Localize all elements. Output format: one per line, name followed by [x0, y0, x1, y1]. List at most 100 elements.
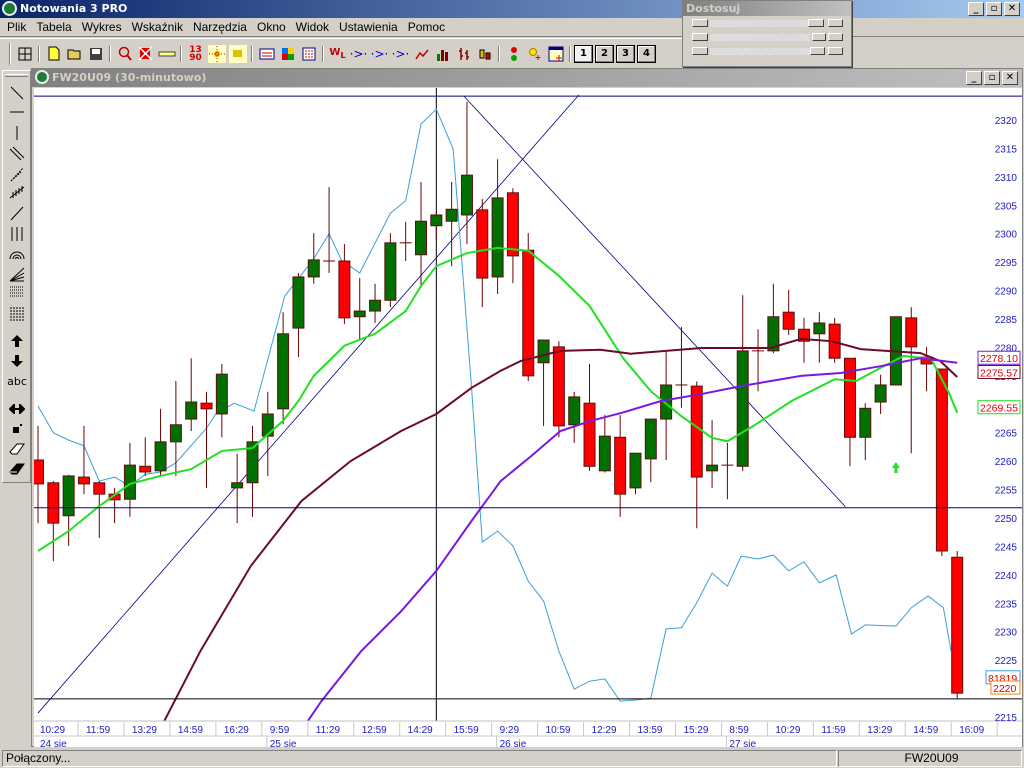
- zoom-icon[interactable]: [114, 44, 135, 64]
- vertical-lines-icon[interactable]: [7, 225, 27, 243]
- slider-right-button[interactable]: [828, 33, 843, 41]
- close-button[interactable]: ✕: [1004, 2, 1020, 16]
- eraser-all-icon[interactable]: [7, 460, 27, 478]
- adjust-slider-2[interactable]: [683, 31, 851, 44]
- slider-track[interactable]: [710, 34, 810, 41]
- slider-thumb[interactable]: [810, 47, 825, 55]
- dots-icon[interactable]: [227, 44, 248, 64]
- candle: [874, 374, 887, 414]
- vertical-line-icon[interactable]: [7, 124, 27, 142]
- ruler-icon[interactable]: [156, 44, 177, 64]
- line-chart-icon[interactable]: [411, 44, 432, 64]
- list-icon[interactable]: [298, 44, 319, 64]
- numbers-icon[interactable]: 13 90: [185, 44, 206, 64]
- layout-1-button[interactable]: 1: [574, 44, 593, 63]
- toolbar-separator: [180, 45, 182, 62]
- menu-plik[interactable]: Plik: [2, 20, 31, 34]
- wl-icon[interactable]: WL: [327, 44, 348, 64]
- adjust-panel: Dostosuj: [682, 0, 852, 67]
- menu-wykres[interactable]: Wykres: [77, 20, 127, 34]
- candle: [460, 101, 473, 244]
- slider-thumb[interactable]: [812, 33, 826, 41]
- slider-left-button[interactable]: [692, 47, 708, 55]
- layout-4-button[interactable]: 4: [637, 44, 656, 63]
- menu-pomoc[interactable]: Pomoc: [403, 20, 450, 34]
- adjust-slider-1[interactable]: [683, 17, 851, 30]
- arrow-indicator-red-icon[interactable]: ·>·: [348, 44, 369, 64]
- slider-left-button[interactable]: [692, 33, 708, 41]
- layout-3-button[interactable]: 3: [616, 44, 635, 63]
- parallel-lines-icon[interactable]: [7, 145, 27, 163]
- grid-icon[interactable]: [14, 44, 35, 64]
- menu-widok[interactable]: Widok: [291, 20, 334, 34]
- table-icon[interactable]: [256, 44, 277, 64]
- candle: [675, 326, 688, 408]
- ticks-line-icon[interactable]: [7, 183, 27, 201]
- candle: [415, 181, 427, 288]
- slider-track[interactable]: [710, 48, 810, 55]
- sell-arrow-icon[interactable]: [7, 352, 27, 370]
- double-arrow-icon[interactable]: [7, 400, 27, 418]
- slider-left-button[interactable]: [692, 19, 708, 27]
- move-icon[interactable]: [7, 420, 27, 438]
- slider-thumb[interactable]: [808, 19, 824, 27]
- slider-right-button[interactable]: [828, 47, 843, 55]
- signal-icon[interactable]: [503, 44, 524, 64]
- chart-restore-button[interactable]: ▫: [984, 71, 1000, 85]
- arrow-indicator-blue-icon[interactable]: ·>·: [369, 44, 390, 64]
- menu-narzedzia[interactable]: Narzędzia: [188, 20, 252, 34]
- horizontal-line-icon[interactable]: [7, 103, 27, 121]
- crosshair-icon[interactable]: [206, 44, 227, 64]
- adjust-slider-3[interactable]: [683, 45, 851, 58]
- candlestick-chart[interactable]: 2320231523102305230022952290228522802275…: [34, 88, 1022, 750]
- minimize-button[interactable]: _: [968, 2, 984, 16]
- color-table-icon[interactable]: [277, 44, 298, 64]
- fibonacci-retracement-icon[interactable]: [7, 283, 27, 301]
- fibonacci-arcs-icon[interactable]: [7, 246, 27, 264]
- open-folder-icon[interactable]: [64, 44, 85, 64]
- menu-wskaznik[interactable]: Wskaźnik: [127, 20, 188, 34]
- fan-lines-icon[interactable]: [7, 165, 27, 183]
- delete-chart-icon[interactable]: [135, 44, 156, 64]
- bar-chart-icon[interactable]: [432, 44, 453, 64]
- y-tick-label: 2295: [995, 258, 1018, 269]
- y-tick-label: 2320: [995, 116, 1018, 127]
- slider-track[interactable]: [710, 20, 810, 27]
- menu-okno[interactable]: Okno: [252, 20, 291, 34]
- buy-arrow-icon[interactable]: [7, 332, 27, 350]
- add-window-icon[interactable]: [545, 44, 566, 64]
- x-tick-label: 15:59: [454, 725, 479, 736]
- ray-icon[interactable]: [7, 204, 27, 222]
- arrow-indicator-icon[interactable]: ·>·: [390, 44, 411, 64]
- slider-right-button[interactable]: [828, 19, 843, 27]
- candle-chart-icon[interactable]: [474, 44, 495, 64]
- restore-button[interactable]: ▫: [986, 2, 1002, 16]
- candle: [736, 295, 749, 471]
- ohlc-chart-icon[interactable]: [453, 44, 474, 64]
- y-tick-label: 2225: [995, 656, 1018, 667]
- layout-2-button[interactable]: 2: [595, 44, 614, 63]
- menu-ustawienia[interactable]: Ustawienia: [334, 20, 403, 34]
- candle: [430, 210, 443, 240]
- text-tool-icon[interactable]: abc: [7, 372, 27, 390]
- candle: [307, 233, 320, 284]
- candle: [583, 363, 596, 471]
- candle-body: [583, 402, 596, 467]
- y-tick-label: 2250: [995, 514, 1018, 525]
- toolbar-separator: [38, 45, 40, 62]
- save-icon[interactable]: [85, 44, 106, 64]
- fibonacci-fan-icon[interactable]: [7, 265, 27, 283]
- add-alert-icon[interactable]: [524, 44, 545, 64]
- time-zones-icon[interactable]: [7, 305, 27, 323]
- new-file-icon[interactable]: [43, 44, 64, 64]
- chart-close-button[interactable]: ✕: [1002, 71, 1018, 85]
- status-bar: Połączony... FW20U09: [0, 748, 1024, 768]
- chart-area[interactable]: 2320231523102305230022952290228522802275…: [34, 88, 1022, 750]
- y-tick-label: 2255: [995, 486, 1018, 497]
- chart-window-title-bar: FW20U09 (30-minutowo) _ ▫ ✕: [32, 69, 1022, 87]
- menu-tabela[interactable]: Tabela: [31, 20, 76, 34]
- eraser-icon[interactable]: [7, 440, 27, 458]
- chart-minimize-button[interactable]: _: [966, 71, 982, 85]
- trendline-icon[interactable]: [7, 84, 27, 102]
- candle: [706, 420, 719, 488]
